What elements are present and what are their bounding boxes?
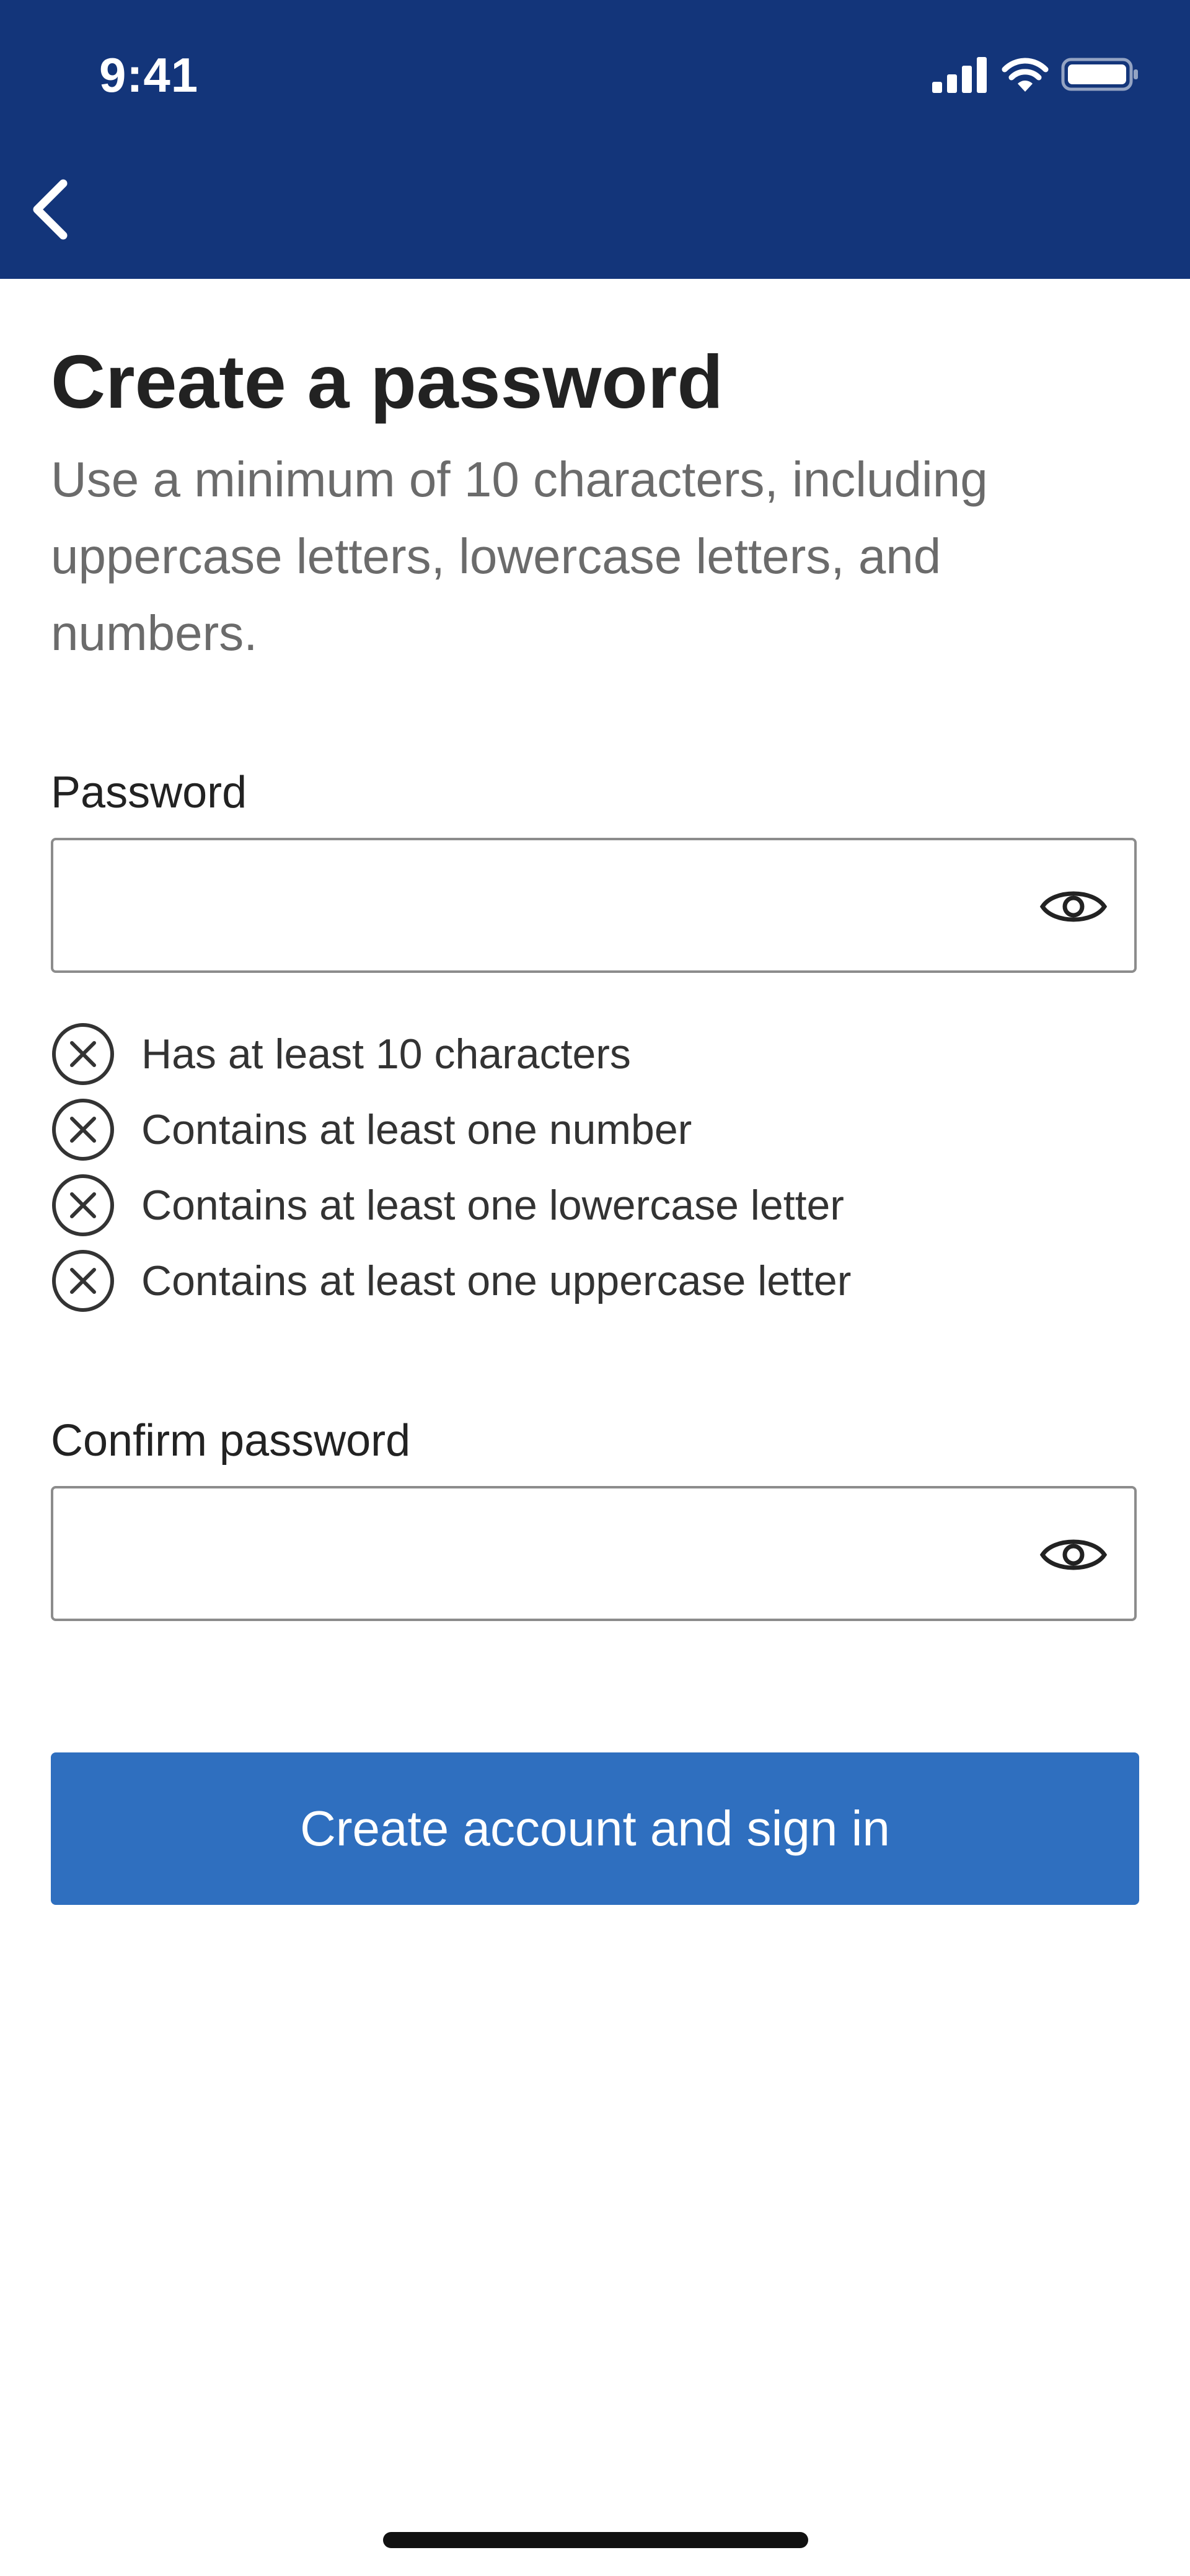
- confirm-password-field[interactable]: [51, 1486, 1137, 1621]
- password-input[interactable]: [72, 840, 1004, 972]
- requirement-item: Contains at least one uppercase letter: [51, 1243, 1139, 1319]
- confirm-password-input[interactable]: [72, 1488, 1004, 1620]
- create-account-button[interactable]: Create account and sign in: [51, 1752, 1139, 1905]
- home-indicator: [383, 2532, 808, 2548]
- page-subtitle: Use a minimum of 10 characters, includin…: [51, 452, 988, 661]
- password-requirements: Has at least 10 characters Contains at l…: [51, 1016, 1139, 1319]
- page-title: Create a password: [51, 340, 723, 424]
- x-circle-icon: [52, 1099, 114, 1161]
- confirm-password-label: Confirm password: [51, 1416, 411, 1466]
- status-icons: [932, 50, 1140, 99]
- eye-icon: [1039, 891, 1108, 922]
- wifi-icon: [1002, 58, 1049, 92]
- show-password-toggle[interactable]: [1039, 879, 1108, 934]
- eye-icon: [1039, 1539, 1108, 1570]
- requirement-text: Contains at least one uppercase letter: [141, 1257, 852, 1304]
- x-circle-icon: [52, 1250, 114, 1312]
- requirement-item: Has at least 10 characters: [51, 1016, 1139, 1092]
- back-button[interactable]: [22, 172, 78, 247]
- signal-icon: [932, 57, 987, 93]
- requirement-text: Contains at least one lowercase letter: [141, 1182, 844, 1229]
- show-confirm-password-toggle[interactable]: [1039, 1527, 1108, 1583]
- battery-icon: [1061, 58, 1138, 91]
- x-circle-icon: [52, 1174, 114, 1236]
- requirement-text: Contains at least one number: [141, 1106, 692, 1153]
- requirement-item: Contains at least one number: [51, 1092, 1139, 1167]
- requirement-item: Contains at least one lowercase letter: [51, 1167, 1139, 1243]
- password-field[interactable]: [51, 838, 1137, 973]
- x-circle-icon: [52, 1023, 114, 1085]
- chevron-left-icon: [33, 179, 68, 240]
- status-time: 9:41: [99, 48, 199, 102]
- password-label: Password: [51, 768, 247, 817]
- requirement-text: Has at least 10 characters: [141, 1031, 631, 1078]
- app-header: 9:41: [0, 0, 1190, 279]
